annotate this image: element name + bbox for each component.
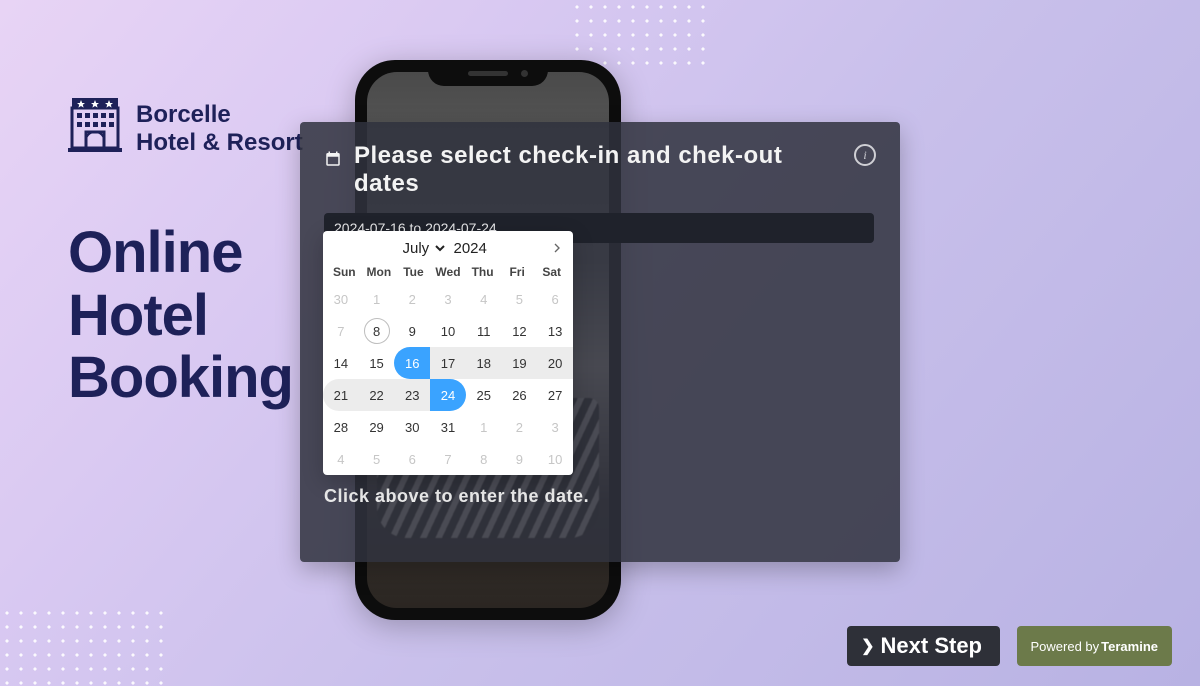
calendar-day: 1: [359, 283, 395, 315]
calendar-day: 9: [502, 443, 538, 475]
calendar-day: 8: [466, 443, 502, 475]
calendar-day[interactable]: 16: [394, 347, 430, 379]
hero-line3: Booking: [68, 347, 293, 410]
phone-notch: [428, 60, 548, 86]
calendar-day: 6: [537, 283, 573, 315]
next-month-icon[interactable]: [549, 240, 565, 256]
chevron-right-icon: ❯: [861, 636, 874, 656]
calendar-day: 10: [537, 443, 573, 475]
hero-title: Online Hotel Booking: [68, 222, 293, 410]
calendar-day[interactable]: 14: [323, 347, 359, 379]
calendar-day: 3: [537, 411, 573, 443]
calendar-day[interactable]: 22: [359, 379, 395, 411]
next-step-label: Next Step: [881, 633, 982, 659]
calendar-day: 5: [502, 283, 538, 315]
info-icon[interactable]: i: [854, 144, 876, 166]
dow: Wed: [431, 265, 466, 279]
calendar-day[interactable]: 26: [502, 379, 538, 411]
year-input[interactable]: [454, 240, 500, 257]
powered-name: Teramine: [1101, 639, 1158, 654]
brand-text: Borcelle Hotel & Resort: [136, 101, 303, 156]
powered-by-badge[interactable]: Powered by Teramine: [1017, 626, 1173, 666]
calendar-day: 30: [323, 283, 359, 315]
hotel-icon: [68, 96, 122, 161]
decorative-dots-bottom: [0, 606, 170, 686]
calendar-grid: 3012345678910111213141516171819202122232…: [323, 283, 573, 475]
calendar-day: 7: [323, 315, 359, 347]
panel-title: Please select check-in and chek-out date…: [354, 142, 842, 199]
calendar-day: 6: [394, 443, 430, 475]
calendar-weekday-row: Sun Mon Tue Wed Thu Fri Sat: [323, 265, 573, 283]
calendar-day: 4: [466, 283, 502, 315]
dow: Fri: [500, 265, 535, 279]
calendar-day[interactable]: 11: [466, 315, 502, 347]
month-select[interactable]: July: [397, 237, 448, 260]
dow: Tue: [396, 265, 431, 279]
calendar-day: 1: [466, 411, 502, 443]
calendar-day[interactable]: 12: [502, 315, 538, 347]
decorative-dots-top: [570, 0, 710, 70]
brand-line2: Hotel & Resort: [136, 129, 303, 157]
calendar-day: 5: [359, 443, 395, 475]
calendar-day[interactable]: 30: [394, 411, 430, 443]
hero-line1: Online: [68, 222, 293, 285]
calendar-day[interactable]: 29: [359, 411, 395, 443]
calendar-day[interactable]: 18: [466, 347, 502, 379]
calendar-day: 3: [430, 283, 466, 315]
dow: Sun: [327, 265, 362, 279]
calendar-day[interactable]: 9: [394, 315, 430, 347]
calendar-day[interactable]: 25: [466, 379, 502, 411]
helper-text: Click above to enter the date.: [324, 486, 589, 507]
calendar-day[interactable]: 24: [430, 379, 466, 411]
calendar-day: 7: [430, 443, 466, 475]
calendar-day[interactable]: 31: [430, 411, 466, 443]
hero-line2: Hotel: [68, 285, 293, 348]
calendar-day[interactable]: 19: [502, 347, 538, 379]
brand-block: Borcelle Hotel & Resort: [68, 96, 303, 161]
calendar-day: 2: [502, 411, 538, 443]
calendar-day[interactable]: 28: [323, 411, 359, 443]
powered-prefix: Powered by: [1031, 639, 1100, 654]
calendar-day: 4: [323, 443, 359, 475]
calendar-day[interactable]: 21: [323, 379, 359, 411]
calendar-icon: [324, 150, 342, 168]
next-step-button[interactable]: ❯ Next Step: [847, 626, 1000, 666]
dow: Thu: [465, 265, 500, 279]
dow: Sat: [534, 265, 569, 279]
calendar-day: 2: [394, 283, 430, 315]
calendar-popover[interactable]: July Sun Mon Tue Wed Thu Fri Sat 3012345…: [323, 231, 573, 475]
calendar-day[interactable]: 27: [537, 379, 573, 411]
calendar-day[interactable]: 15: [359, 347, 395, 379]
calendar-day[interactable]: 17: [430, 347, 466, 379]
calendar-day[interactable]: 20: [537, 347, 573, 379]
dow: Mon: [362, 265, 397, 279]
calendar-day[interactable]: 23: [394, 379, 430, 411]
brand-line1: Borcelle: [136, 101, 303, 129]
calendar-day[interactable]: 8: [359, 315, 395, 347]
calendar-day[interactable]: 13: [537, 315, 573, 347]
calendar-day[interactable]: 10: [430, 315, 466, 347]
